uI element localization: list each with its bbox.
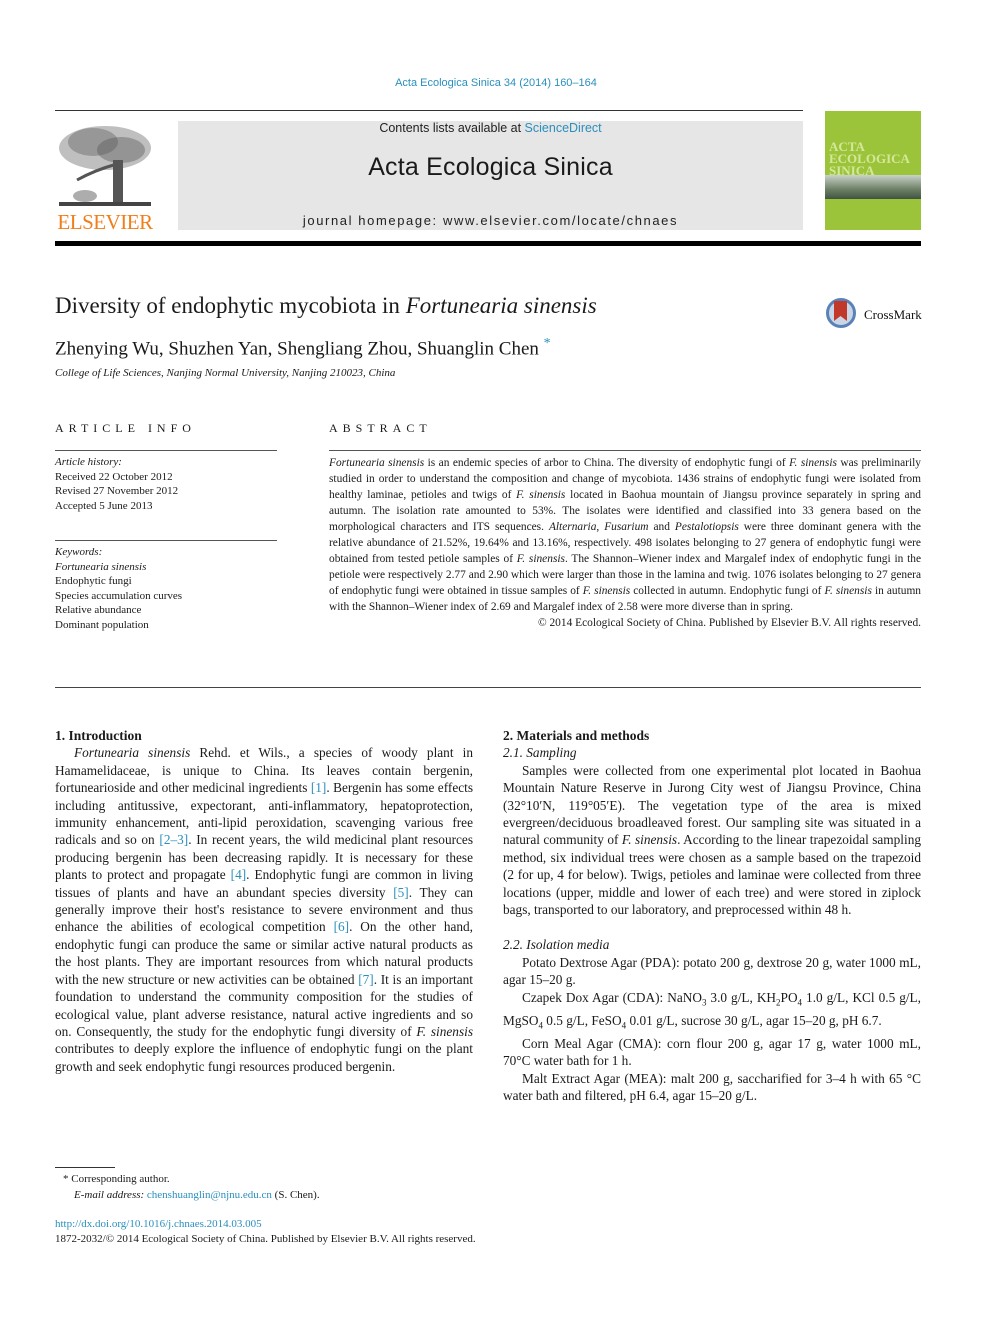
issn-copyright: 1872-2032/© 2014 Ecological Society of C… — [55, 1233, 476, 1245]
corresponding-author-note: * Corresponding author. — [63, 1173, 170, 1185]
elsevier-logo[interactable]: ELSEVIER — [55, 120, 155, 235]
affiliation: College of Life Sciences, Nanjing Normal… — [55, 367, 396, 379]
article-history: Article history: Received 22 October 201… — [55, 455, 178, 513]
species-name: F. sinensis — [516, 553, 565, 565]
abstract-body: Fortunearia sinensis is an endemic speci… — [329, 455, 921, 631]
footnote-rule — [55, 1167, 115, 1168]
species-name: Fortunearia sinensis — [74, 745, 191, 761]
footnote: * Corresponding author. E-mail address: … — [55, 1171, 320, 1203]
keywords-rule — [55, 540, 277, 541]
history-accepted: Accepted 5 June 2013 — [55, 499, 153, 512]
elsevier-tree-icon — [55, 120, 155, 210]
keyword-item: Endophytic fungi — [55, 575, 132, 587]
title-species: Fortunearia sinensis — [405, 293, 597, 318]
history-received: Received 22 October 2012 — [55, 470, 173, 483]
authors-text: Zhenying Wu, Shuzhen Yan, Shengliang Zho… — [55, 338, 539, 360]
species-name: F. sinensis — [789, 457, 837, 469]
contents-line: Contents lists available at ScienceDirec… — [178, 121, 803, 135]
cover-title: ACTA ECOLOGICA SINICA — [829, 140, 910, 177]
intro-paragraph: Fortunearia sinensis Rehd. et Wils., a s… — [55, 744, 473, 1075]
crossmark-button[interactable]: CrossMark — [826, 298, 926, 334]
subsection-heading-sampling: 2.1. Sampling — [503, 745, 577, 761]
journal-homepage[interactable]: journal homepage: www.elsevier.com/locat… — [178, 213, 803, 228]
journal-title: Acta Ecologica Sinica — [368, 153, 613, 181]
keywords: Keywords: Fortunearia sinensis Endophyti… — [55, 545, 182, 632]
journal-cover-image[interactable]: ACTA ECOLOGICA SINICA — [825, 111, 921, 230]
abstract-text: Fortunearia sinensis is an endemic speci… — [329, 455, 921, 615]
species-name: F. sinensis — [621, 832, 678, 848]
section-heading-methods: 2. Materials and methods — [503, 728, 650, 743]
section-heading-introduction: 1. Introduction — [55, 728, 142, 743]
keywords-heading: Keywords: — [55, 546, 103, 558]
article-info-heading: ARTICLE INFO — [55, 421, 196, 435]
reference-link[interactable]: [2–3] — [159, 832, 188, 847]
abstract-heading: ABSTRACT — [329, 421, 432, 435]
species-name: F. sinensis — [582, 585, 631, 597]
keyword-item: Relative abundance — [55, 604, 142, 616]
media-pda: Potato Dextrose Agar (PDA): potato 200 g… — [503, 954, 921, 988]
genus-name: Fusarium — [604, 521, 649, 533]
reference-link[interactable]: [6] — [334, 919, 350, 934]
author-list: Zhenying Wu, Shuzhen Yan, Shengliang Zho… — [55, 336, 551, 360]
history-revised: Revised 27 November 2012 — [55, 485, 179, 497]
email-line: E-mail address: chenshuanglin@njnu.edu.c… — [55, 1187, 320, 1203]
reference-link[interactable]: [5] — [393, 885, 409, 900]
crossmark-label: CrossMark — [864, 307, 922, 322]
cda-segment: Czapek Dox Agar (CDA): NaNO — [522, 989, 702, 1005]
title-text: Diversity of endophytic mycobiota in — [55, 293, 406, 318]
sciencedirect-link[interactable]: ScienceDirect — [525, 121, 602, 135]
cda-segment: 0.01 g/L, sucrose 30 g/L, agar 15–20 g, … — [626, 1012, 882, 1028]
abstract-divider — [55, 687, 921, 688]
email-label: E-mail address: — [74, 1189, 147, 1201]
media-cma: Corn Meal Agar (CMA): corn flour 200 g, … — [503, 1035, 921, 1069]
article-info-rule — [55, 450, 277, 451]
keyword-item: Fortunearia sinensis — [55, 560, 147, 573]
species-name: Fortunearia sinensis — [329, 457, 425, 469]
journal-masthead: Contents lists available at ScienceDirec… — [178, 121, 803, 230]
media-mea: Malt Extract Agar (MEA): malt 200 g, sac… — [503, 1070, 921, 1104]
sampling-paragraph: Samples were collected from one experime… — [503, 762, 921, 919]
abstract-rule — [329, 450, 921, 451]
right-column: 2. Materials and methods 2.1. Sampling S… — [503, 727, 921, 1104]
left-column: 1. Introduction Fortunearia sinensis Reh… — [55, 727, 473, 1075]
abstract-copyright: © 2014 Ecological Society of China. Publ… — [537, 617, 921, 629]
reference-link[interactable]: [1] — [311, 780, 327, 795]
article-title: Diversity of endophytic mycobiota in For… — [55, 293, 597, 319]
genus-name: Pestalotiopsis — [674, 521, 739, 533]
email-link[interactable]: chenshuanglin@njnu.edu.cn — [147, 1189, 272, 1201]
intro-segment: contributes to deeply explore the influe… — [55, 1041, 473, 1074]
keyword-item: Dominant population — [55, 618, 149, 631]
media-cda: Czapek Dox Agar (CDA): NaNO3 3.0 g/L, KH… — [503, 989, 921, 1035]
genus-name: Alternaria — [548, 521, 597, 533]
citation-link[interactable]: Acta Ecologica Sinica 34 (2014) 160–164 — [395, 77, 597, 89]
subsection-heading-isolation-media: 2.2. Isolation media — [503, 937, 610, 953]
header-divider — [55, 241, 921, 246]
page-footer: http://dx.doi.org/10.1016/j.chnaes.2014.… — [55, 1217, 476, 1247]
abstract-segment: and — [648, 521, 675, 533]
corresponding-author-mark[interactable]: * — [544, 336, 551, 351]
abstract-segment: is an endemic species of arbor to China.… — [424, 457, 790, 469]
species-name: F. sinensis — [416, 1023, 473, 1039]
cda-segment: PO — [780, 989, 798, 1005]
history-heading: Article history: — [55, 456, 122, 468]
contents-prefix: Contents lists available at — [379, 121, 525, 135]
email-suffix: (S. Chen). — [271, 1189, 320, 1201]
cover-photo — [825, 175, 921, 199]
abstract-segment: collected in autumn. Endophytic fungi of — [630, 585, 825, 597]
cda-segment: 3.0 g/L, KH — [706, 989, 777, 1005]
species-name: F. sinensis — [516, 489, 566, 501]
species-name: F. sinensis — [824, 585, 872, 597]
cda-segment: 0.5 g/L, FeSO — [542, 1012, 622, 1028]
journal-citation[interactable]: Acta Ecologica Sinica 34 (2014) 160–164 — [0, 77, 992, 89]
reference-link[interactable]: [4] — [231, 867, 247, 882]
keyword-item: Species accumulation curves — [55, 589, 183, 602]
elsevier-wordmark: ELSEVIER — [57, 210, 153, 234]
top-rule — [55, 110, 803, 111]
reference-link[interactable]: [7] — [358, 972, 374, 987]
doi-link[interactable]: http://dx.doi.org/10.1016/j.chnaes.2014.… — [55, 1218, 262, 1230]
